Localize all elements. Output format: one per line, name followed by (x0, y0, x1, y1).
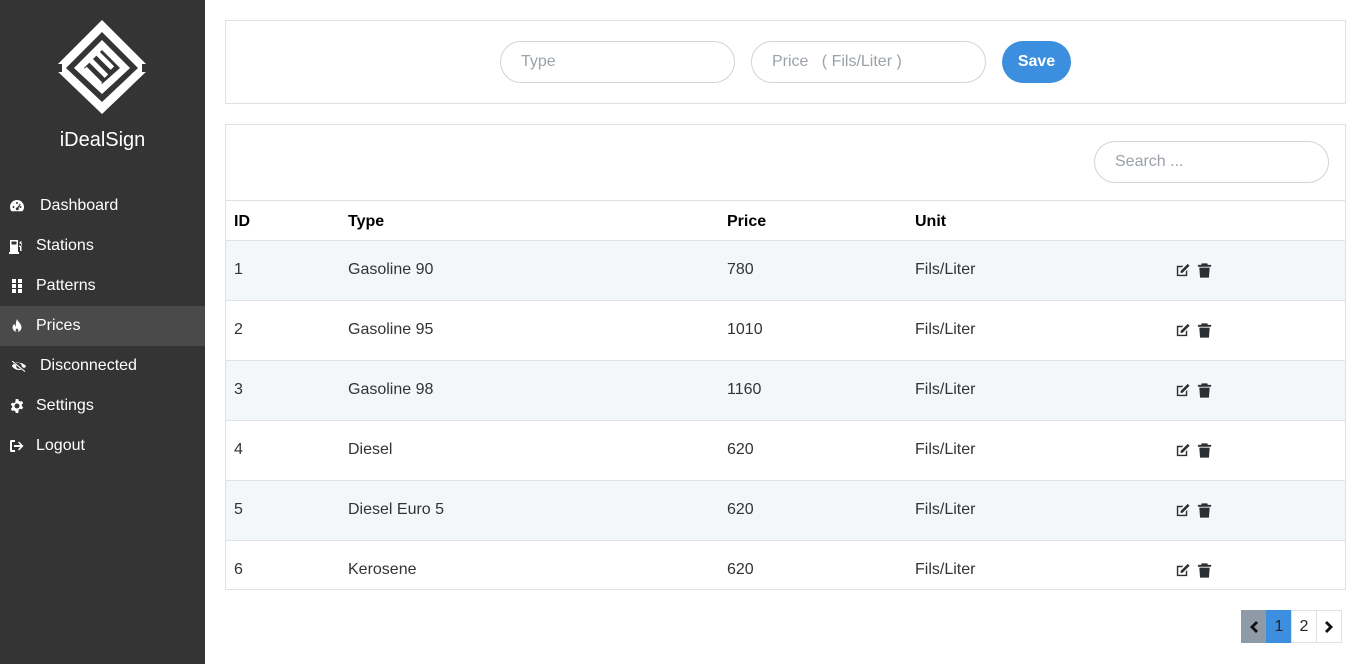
cell-id: 4 (234, 441, 243, 458)
gear-icon (8, 397, 26, 415)
edit-icon[interactable] (1173, 441, 1191, 459)
tachometer-icon (8, 197, 26, 215)
cell-id: 3 (234, 381, 243, 398)
cell-price: 620 (727, 501, 754, 518)
pagination: 1 2 (1241, 610, 1342, 643)
cell-type: Gasoline 90 (348, 261, 434, 278)
sidebar-item-stations[interactable]: Stations (0, 226, 205, 266)
sidebar-nav: Dashboard Stations Patterns Prices Disco… (0, 186, 205, 466)
sidebar-item-dashboard[interactable]: Dashboard (0, 186, 205, 226)
table-row: 3 Gasoline 98 1160 Fils/Liter (226, 361, 1345, 421)
cell-id: 1 (234, 261, 243, 278)
table-row: 6 Kerosene 620 Fils/Liter (226, 541, 1345, 589)
cell-id: 2 (234, 321, 243, 338)
column-header-id[interactable]: ID (234, 213, 250, 231)
column-header-unit[interactable]: Unit (915, 213, 946, 231)
row-actions (1173, 381, 1213, 399)
cell-unit: Fils/Liter (915, 261, 976, 278)
table-row: 2 Gasoline 95 1010 Fils/Liter (226, 301, 1345, 361)
row-actions (1173, 561, 1213, 579)
trash-icon[interactable] (1195, 561, 1213, 579)
trash-icon[interactable] (1195, 381, 1213, 399)
cell-type: Gasoline 95 (348, 321, 434, 338)
sidebar-item-label: Disconnected (40, 357, 137, 374)
column-header-price[interactable]: Price (727, 213, 766, 231)
cell-price: 620 (727, 561, 754, 578)
table-row: 1 Gasoline 90 780 Fils/Liter (226, 241, 1345, 301)
chevron-left-icon (1250, 620, 1258, 633)
sidebar-item-label: Patterns (36, 277, 96, 294)
idealsign-logo (54, 20, 150, 114)
save-button[interactable]: Save (1002, 41, 1071, 83)
column-header-type[interactable]: Type (348, 213, 384, 231)
search-input[interactable] (1094, 141, 1329, 183)
cell-id: 6 (234, 561, 243, 578)
trash-icon[interactable] (1195, 321, 1213, 339)
cell-type: Diesel Euro 5 (348, 501, 445, 518)
sign-out-icon (8, 437, 26, 455)
table-body: 1 Gasoline 90 780 Fils/Liter 2 Gasoline … (226, 241, 1345, 589)
chevron-right-icon (1325, 620, 1333, 633)
edit-icon[interactable] (1173, 321, 1191, 339)
row-actions (1173, 441, 1213, 459)
trash-icon[interactable] (1195, 501, 1213, 519)
fire-icon (8, 317, 26, 335)
trash-icon[interactable] (1195, 261, 1213, 279)
cell-unit: Fils/Liter (915, 321, 976, 338)
table-row: 5 Diesel Euro 5 620 Fils/Liter (226, 481, 1345, 541)
cell-id: 5 (234, 501, 243, 518)
next-page-button[interactable] (1316, 610, 1342, 643)
edit-icon[interactable] (1173, 261, 1191, 279)
table-row: 4 Diesel 620 Fils/Liter (226, 421, 1345, 481)
eye-slash-icon (8, 357, 30, 375)
trash-icon[interactable] (1195, 441, 1213, 459)
cell-unit: Fils/Liter (915, 381, 976, 398)
table-header: ID Type Price Unit (226, 200, 1345, 241)
cell-price: 780 (727, 261, 754, 278)
price-input[interactable] (751, 41, 986, 83)
cell-type: Gasoline 98 (348, 381, 434, 398)
sidebar-item-disconnected[interactable]: Disconnected (0, 346, 205, 386)
sidebar-item-prices[interactable]: Prices (0, 306, 205, 346)
page-1-button[interactable]: 1 (1266, 610, 1292, 643)
cell-unit: Fils/Liter (915, 501, 976, 518)
edit-icon[interactable] (1173, 501, 1191, 519)
brand-name: iDealSign (59, 129, 146, 151)
row-actions (1173, 261, 1213, 279)
row-actions (1173, 321, 1213, 339)
sidebar: iDealSign Dashboard Stations Patterns Pr… (0, 0, 205, 664)
gas-pump-icon (8, 237, 26, 255)
sidebar-item-settings[interactable]: Settings (0, 386, 205, 426)
previous-page-button[interactable] (1241, 610, 1267, 643)
sidebar-item-label: Logout (36, 437, 85, 454)
sidebar-item-label: Settings (36, 397, 94, 414)
add-price-form: Save (225, 20, 1346, 104)
cell-price: 1010 (727, 321, 763, 338)
edit-icon[interactable] (1173, 561, 1191, 579)
prices-table-card: ID Type Price Unit 1 Gasoline 90 780 Fil… (225, 124, 1346, 590)
cell-unit: Fils/Liter (915, 441, 976, 458)
sidebar-item-label: Stations (36, 237, 94, 254)
grip-icon (8, 277, 26, 295)
edit-icon[interactable] (1173, 381, 1191, 399)
sidebar-item-label: Prices (36, 317, 81, 334)
sidebar-item-label: Dashboard (40, 197, 119, 214)
sidebar-item-patterns[interactable]: Patterns (0, 266, 205, 306)
row-actions (1173, 501, 1213, 519)
cell-price: 620 (727, 441, 754, 458)
cell-type: Diesel (348, 441, 393, 458)
sidebar-item-logout[interactable]: Logout (0, 426, 205, 466)
cell-unit: Fils/Liter (915, 561, 976, 578)
cell-type: Kerosene (348, 561, 417, 578)
page-2-button[interactable]: 2 (1291, 610, 1317, 643)
cell-price: 1160 (727, 381, 762, 398)
type-input[interactable] (500, 41, 735, 83)
